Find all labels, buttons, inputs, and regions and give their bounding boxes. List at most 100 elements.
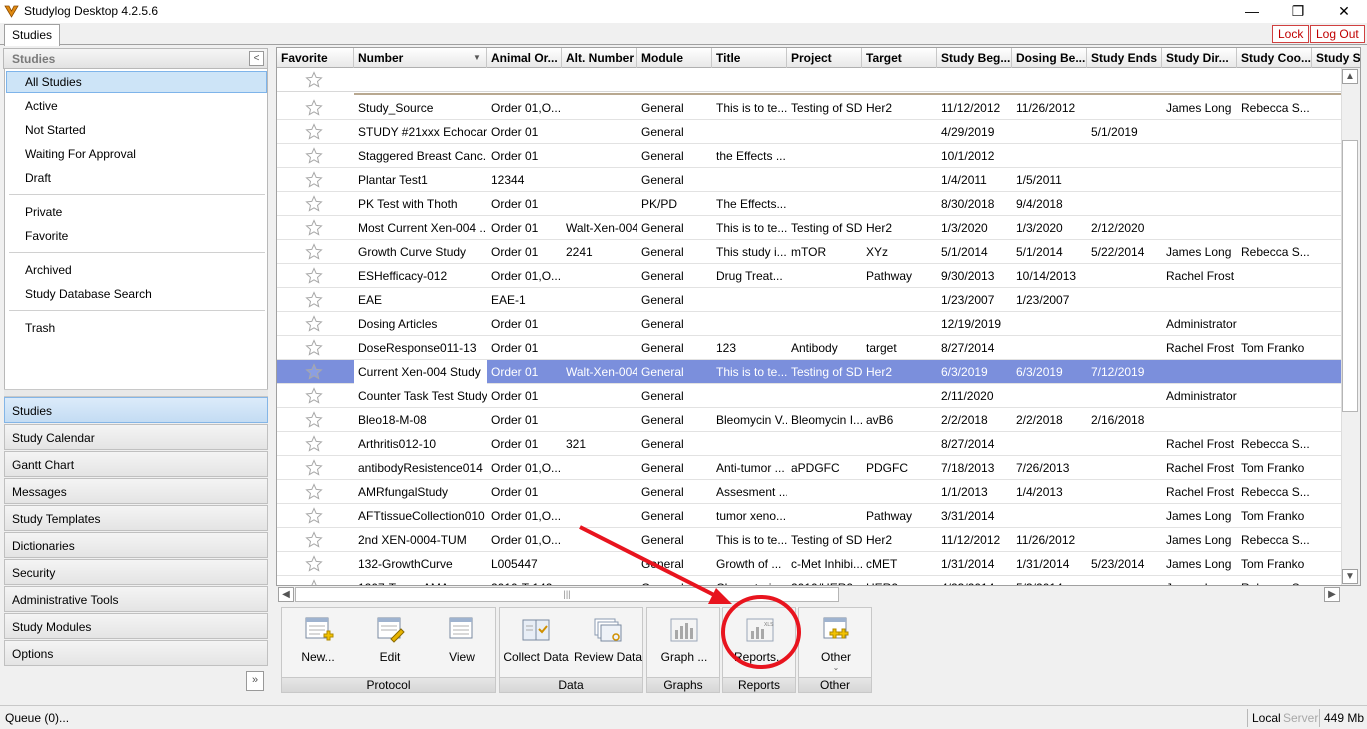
- table-cell[interactable]: EAE-1: [487, 288, 562, 312]
- favorite-star-icon[interactable]: [305, 99, 323, 117]
- table-cell[interactable]: [787, 264, 862, 288]
- table-cell[interactable]: Order 01: [487, 408, 562, 432]
- table-cell[interactable]: Tom Franko: [1237, 336, 1312, 360]
- table-cell[interactable]: [1237, 288, 1312, 312]
- table-cell[interactable]: [1162, 144, 1237, 168]
- table-cell[interactable]: [1012, 120, 1087, 144]
- filter-all-studies[interactable]: All Studies: [25, 75, 82, 89]
- table-cell[interactable]: [862, 168, 937, 192]
- table-row[interactable]: Staggered Breast Canc... Order 01 General t…: [277, 144, 1343, 168]
- review-data-button[interactable]: Review Data: [572, 608, 644, 678]
- table-cell[interactable]: 6/3/2019: [1012, 360, 1087, 384]
- table-cell[interactable]: The Effects...: [712, 192, 787, 216]
- table-cell[interactable]: Rachel Frost: [1162, 480, 1237, 504]
- favorite-star-icon[interactable]: [305, 579, 323, 586]
- table-cell[interactable]: Her2: [862, 360, 937, 384]
- table-cell[interactable]: This study i...: [712, 240, 787, 264]
- table-cell[interactable]: Drug Treat...: [712, 264, 787, 288]
- table-cell[interactable]: Most Current Xen-004 ...: [354, 216, 487, 240]
- table-cell[interactable]: [1087, 528, 1162, 552]
- table-cell[interactable]: [1087, 456, 1162, 480]
- table-row[interactable]: Arthritis012-10 Order 01 321 General 8/27/20…: [277, 432, 1343, 456]
- table-cell[interactable]: 7/26/2013: [1012, 456, 1087, 480]
- table-cell[interactable]: Rebecca S...: [1237, 432, 1312, 456]
- table-cell[interactable]: Order 01,O...: [487, 504, 562, 528]
- table-cell[interactable]: 11/26/2012: [1012, 96, 1087, 120]
- table-cell[interactable]: PK/PD: [637, 192, 712, 216]
- table-cell[interactable]: [1162, 168, 1237, 192]
- table-cell[interactable]: This is to te...: [712, 216, 787, 240]
- table-cell[interactable]: [1162, 360, 1237, 384]
- column-header[interactable]: Alt. Number: [562, 48, 637, 68]
- favorite-star-icon[interactable]: [305, 339, 323, 357]
- favorite-star-icon[interactable]: [305, 291, 323, 309]
- table-cell[interactable]: [562, 336, 637, 360]
- table-cell[interactable]: 8/27/2014: [937, 432, 1012, 456]
- table-cell[interactable]: [712, 120, 787, 144]
- table-cell[interactable]: XYz: [862, 240, 937, 264]
- column-header[interactable]: Project: [787, 48, 862, 68]
- table-cell[interactable]: James Long: [1162, 96, 1237, 120]
- table-cell[interactable]: 5/1/2014: [1012, 240, 1087, 264]
- panel-splitter[interactable]: [4, 389, 268, 397]
- table-cell[interactable]: Order 01,O...: [487, 456, 562, 480]
- table-cell[interactable]: Order 01,O...: [487, 528, 562, 552]
- table-cell[interactable]: 2/12/2020: [1087, 216, 1162, 240]
- table-cell[interactable]: Pathway: [862, 504, 937, 528]
- table-cell[interactable]: [1012, 432, 1087, 456]
- table-cell[interactable]: AMRfungalStudy: [354, 480, 487, 504]
- table-cell[interactable]: [1087, 144, 1162, 168]
- table-cell[interactable]: Rebecca S...: [1237, 480, 1312, 504]
- table-cell[interactable]: [562, 480, 637, 504]
- table-row[interactable]: antibodyResistence014 Order 01,O... Genera…: [277, 456, 1343, 480]
- table-cell[interactable]: [1162, 288, 1237, 312]
- table-cell[interactable]: Anti-tumor ...: [712, 456, 787, 480]
- table-cell[interactable]: This is to te...: [712, 528, 787, 552]
- table-cell[interactable]: 5/3/2014: [1012, 576, 1087, 585]
- favorite-star-icon[interactable]: [305, 531, 323, 549]
- table-cell[interactable]: General: [637, 504, 712, 528]
- table-cell[interactable]: 12344: [487, 168, 562, 192]
- nav-options[interactable]: Options: [4, 640, 268, 666]
- nav-administrative-tools[interactable]: Administrative Tools: [4, 586, 268, 612]
- table-cell[interactable]: 10/1/2012: [937, 144, 1012, 168]
- nav-messages[interactable]: Messages: [4, 478, 268, 504]
- table-cell[interactable]: Walt-Xen-004: [562, 216, 637, 240]
- table-cell[interactable]: Counter Task Test Study: [354, 384, 487, 408]
- table-row[interactable]: 2nd XEN-0004-TUM Order 01,O... General This…: [277, 528, 1343, 552]
- table-cell[interactable]: HER2: [862, 576, 937, 585]
- table-cell[interactable]: [787, 504, 862, 528]
- table-row[interactable]: Plantar Test1 12344 General 1/4/2011 1/5/201…: [277, 168, 1343, 192]
- table-cell[interactable]: Growth Curve Study: [354, 240, 487, 264]
- table-cell[interactable]: [1087, 336, 1162, 360]
- table-cell[interactable]: General: [637, 456, 712, 480]
- column-header[interactable]: Target: [862, 48, 937, 68]
- favorite-star-icon[interactable]: [305, 435, 323, 453]
- table-cell[interactable]: 2010/HER2: [787, 576, 862, 585]
- table-cell[interactable]: 123: [712, 336, 787, 360]
- scroll-left-icon[interactable]: ◀: [278, 587, 294, 602]
- table-cell[interactable]: General: [637, 144, 712, 168]
- table-cell[interactable]: Rebecca S...: [1237, 528, 1312, 552]
- table-cell[interactable]: [562, 168, 637, 192]
- table-cell[interactable]: [787, 120, 862, 144]
- table-row[interactable]: Counter Task Test Study Order 01 General 2/…: [277, 384, 1343, 408]
- table-cell[interactable]: Dosing Articles: [354, 312, 487, 336]
- table-cell[interactable]: [787, 384, 862, 408]
- table-cell[interactable]: 5/1/2019: [1087, 120, 1162, 144]
- table-cell[interactable]: [562, 408, 637, 432]
- table-cell[interactable]: 5/1/2014: [937, 240, 1012, 264]
- edit-protocol-button[interactable]: Edit: [354, 608, 426, 678]
- table-cell[interactable]: [1237, 408, 1312, 432]
- table-cell[interactable]: [787, 480, 862, 504]
- table-cell[interactable]: Order 01: [487, 432, 562, 456]
- filter-archived[interactable]: Archived: [25, 263, 72, 277]
- table-row[interactable]: AMRfungalStudy Order 01 General Assesment .…: [277, 480, 1343, 504]
- table-cell[interactable]: Order 01: [487, 336, 562, 360]
- table-cell[interactable]: Rachel Frost: [1162, 432, 1237, 456]
- column-header[interactable]: Number: [354, 48, 487, 68]
- column-header[interactable]: Module: [637, 48, 712, 68]
- table-cell[interactable]: Order 01: [487, 192, 562, 216]
- table-cell[interactable]: Her2: [862, 528, 937, 552]
- table-cell[interactable]: 11/12/2012: [937, 528, 1012, 552]
